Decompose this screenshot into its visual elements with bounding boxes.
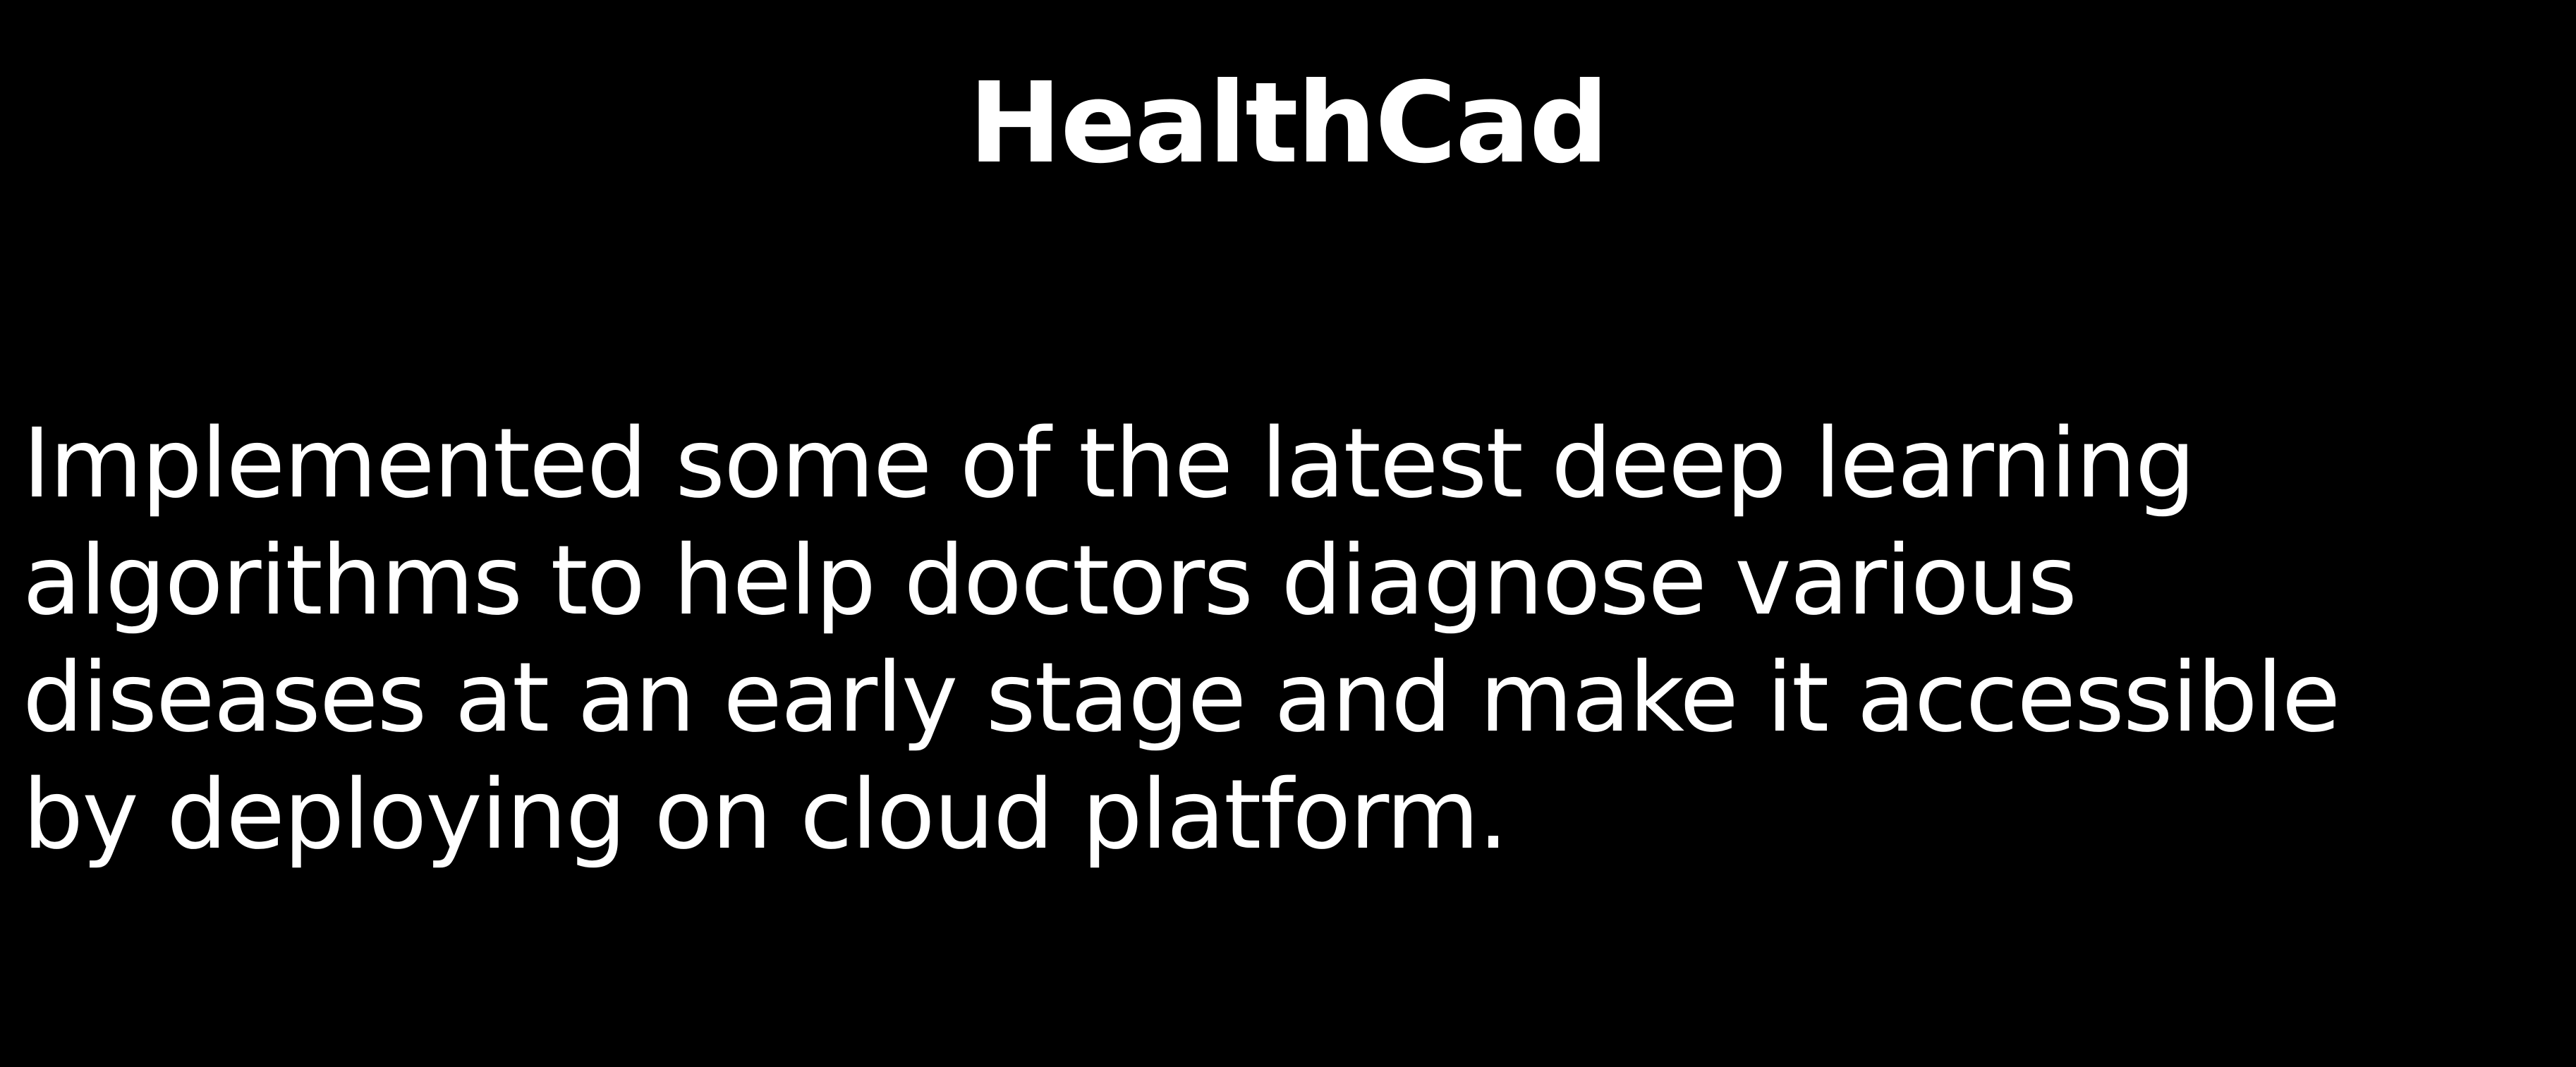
slide-description: Implemented some of the latest deep lear… bbox=[23, 406, 2534, 874]
description-line: Implemented some of the latest deep lear… bbox=[23, 408, 2196, 520]
description-line: diseases at an early stage and make it a… bbox=[23, 642, 2340, 754]
slide: HealthCad Implemented some of the latest… bbox=[0, 0, 2576, 1067]
slide-title: HealthCad bbox=[968, 59, 1609, 188]
description-line: by deploying on cloud platform. bbox=[23, 760, 1509, 871]
description-line: algorithms to help doctors diagnose vari… bbox=[23, 525, 2077, 637]
